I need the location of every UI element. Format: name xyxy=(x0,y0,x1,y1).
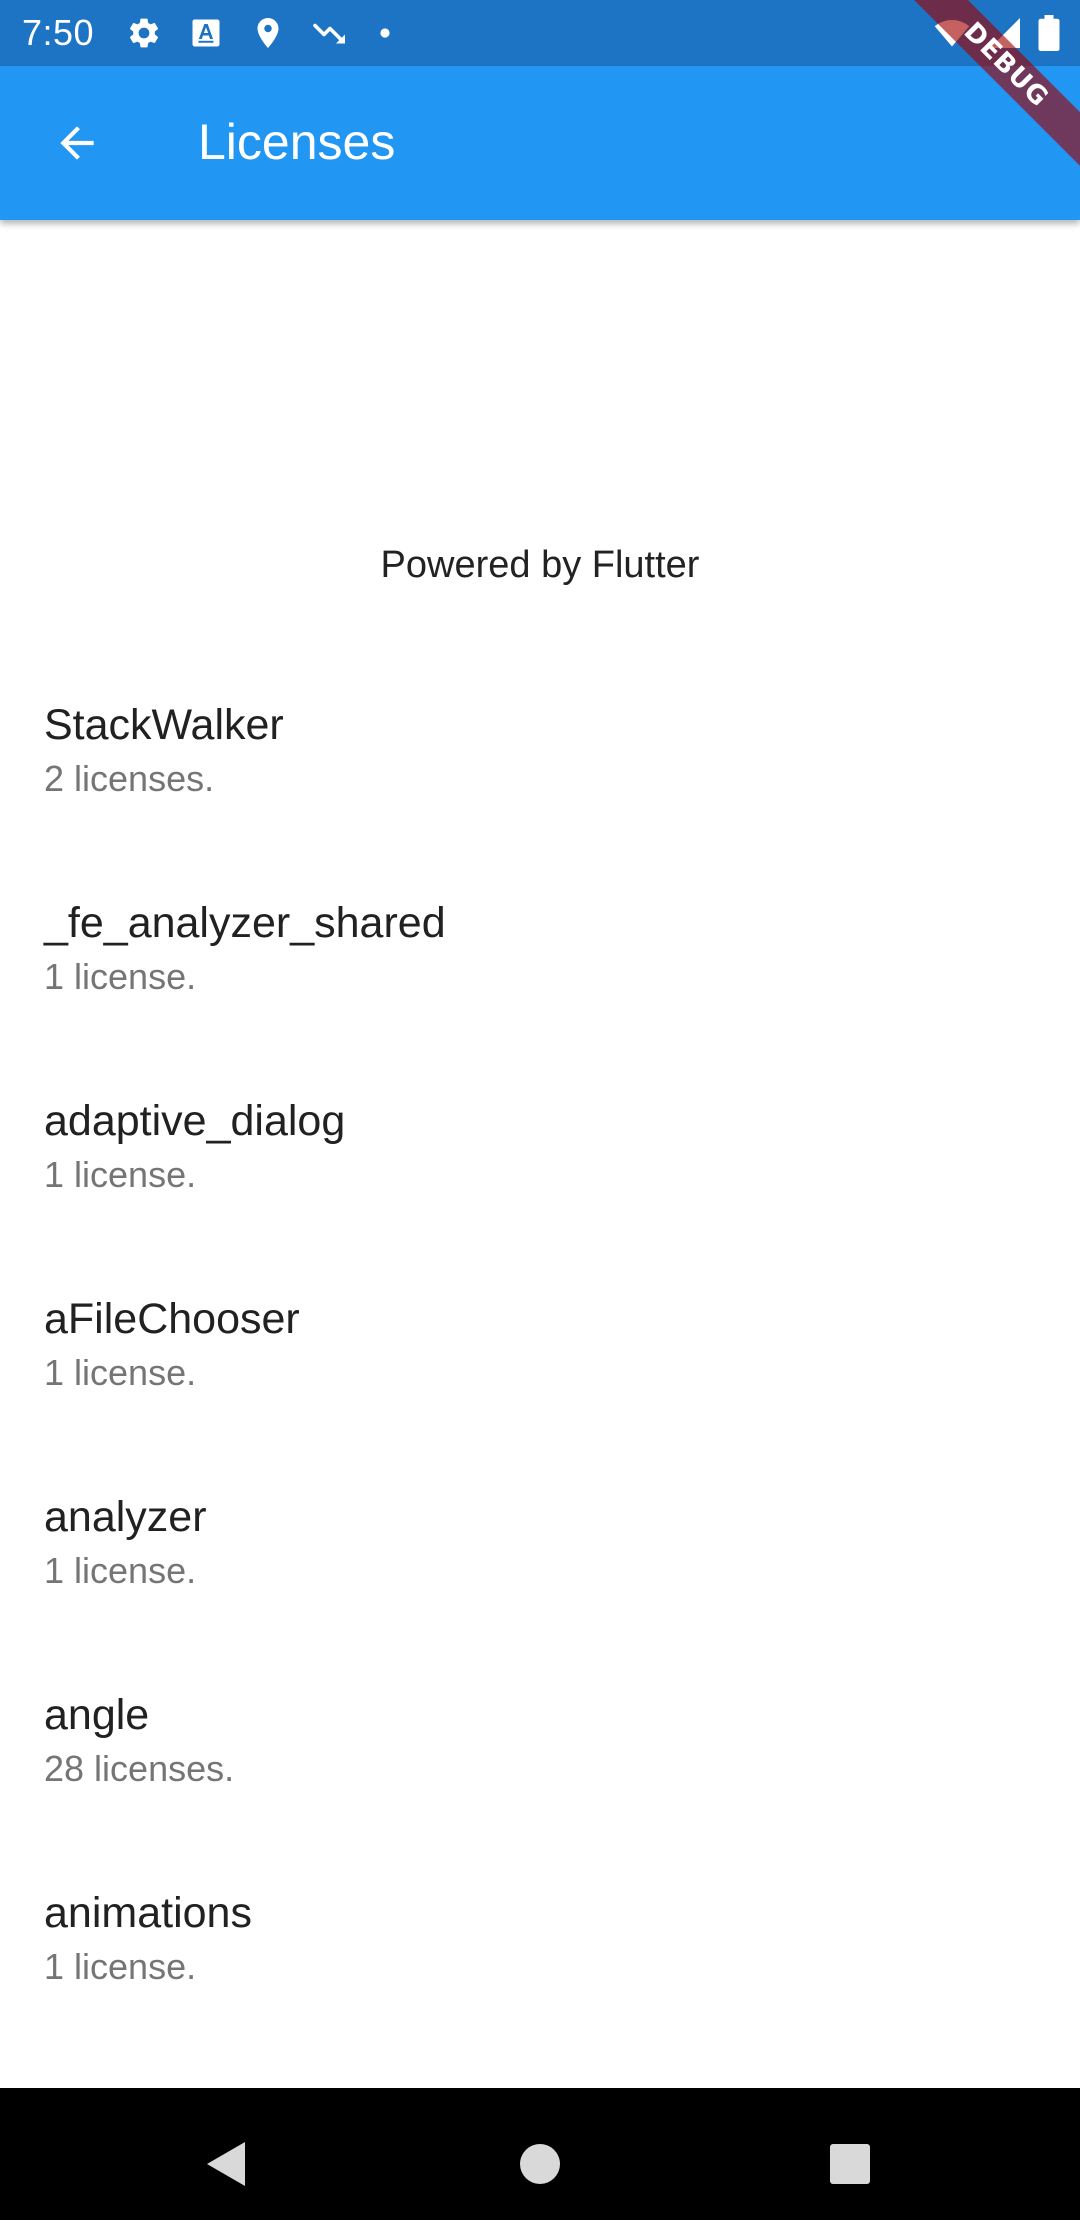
list-item[interactable]: StackWalker 2 licenses. xyxy=(0,676,1080,874)
package-name: _fe_analyzer_shared xyxy=(44,899,446,947)
arrow-back-icon xyxy=(60,126,94,160)
nav-recents-icon xyxy=(830,2144,870,2184)
list-item[interactable]: analyzer 1 license. xyxy=(0,1468,1080,1666)
app-bar: Licenses xyxy=(0,66,1080,220)
package-name: analyzer xyxy=(44,1493,207,1541)
wifi-icon xyxy=(934,19,970,47)
package-name: animations xyxy=(44,1889,252,1937)
dot-icon xyxy=(380,28,390,38)
license-count: 1 license. xyxy=(44,1946,197,1987)
status-system-icons xyxy=(918,14,1060,52)
status-notification-icons xyxy=(126,15,422,51)
license-count: 1 license. xyxy=(44,1154,197,1195)
package-name: aFileChooser xyxy=(44,1295,300,1343)
font-icon xyxy=(192,19,220,47)
package-name: angle xyxy=(44,1691,150,1739)
nav-recents-button[interactable] xyxy=(810,2124,890,2204)
license-list: StackWalker 2 licenses. _fe_analyzer_sha… xyxy=(0,676,1080,2062)
nav-back-button[interactable] xyxy=(186,2124,266,2204)
signal-icon xyxy=(990,18,1020,48)
list-item[interactable]: _fe_analyzer_shared 1 license. xyxy=(0,874,1080,1072)
page-title: Licenses xyxy=(198,114,396,170)
nav-back-icon xyxy=(207,2142,245,2186)
nav-home-icon xyxy=(520,2144,560,2184)
location-icon xyxy=(257,18,279,48)
list-item[interactable]: animations 1 license. xyxy=(0,1864,1080,2062)
screen: 7:50 Licenses DEBUG Powered by Flutter S… xyxy=(0,0,1080,2220)
battery-icon xyxy=(1038,15,1060,51)
package-name: adaptive_dialog xyxy=(44,1097,346,1145)
license-count: 1 license. xyxy=(44,1550,197,1591)
powered-by-text: Powered by Flutter xyxy=(380,544,700,586)
list-item[interactable]: adaptive_dialog 1 license. xyxy=(0,1072,1080,1270)
license-count: 1 license. xyxy=(44,956,197,997)
status-time: 7:50 xyxy=(22,12,95,53)
list-item[interactable]: angle 28 licenses. xyxy=(0,1666,1080,1864)
settings-icon xyxy=(129,18,159,48)
license-count: 2 licenses. xyxy=(44,758,215,799)
trending-down-icon xyxy=(313,23,345,44)
license-page-content[interactable]: Powered by Flutter StackWalker 2 license… xyxy=(0,220,1080,2088)
license-count: 1 license. xyxy=(44,1352,197,1393)
package-name: StackWalker xyxy=(44,701,284,749)
nav-home-button[interactable] xyxy=(500,2124,580,2204)
navigation-bar xyxy=(0,2088,1080,2220)
list-item[interactable]: aFileChooser 1 license. xyxy=(0,1270,1080,1468)
back-button[interactable] xyxy=(36,102,118,184)
license-count: 28 licenses. xyxy=(44,1748,235,1789)
status-bar: 7:50 xyxy=(0,0,1080,66)
